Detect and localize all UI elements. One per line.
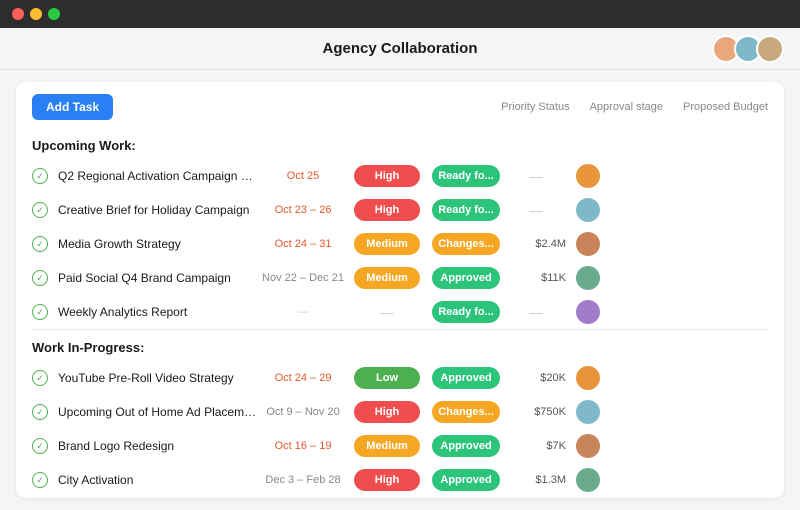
- task-row[interactable]: Weekly Analytics Report——Ready fo...—: [16, 295, 784, 329]
- section-title-0: Upcoming Work:: [16, 128, 784, 159]
- task-name: Media Growth Strategy: [58, 237, 258, 251]
- check-icon: [32, 438, 48, 454]
- task-date: Oct 24 – 31: [258, 238, 348, 250]
- task-avatar: [576, 468, 600, 492]
- task-date: Nov 22 – Dec 21: [258, 272, 348, 284]
- task-name: YouTube Pre-Roll Video Strategy: [58, 371, 258, 385]
- task-avatar: [576, 366, 600, 390]
- budget: —: [506, 203, 566, 218]
- check-icon: [32, 304, 48, 320]
- check-icon: [32, 370, 48, 386]
- status-badge: Approved: [432, 469, 500, 491]
- budget: $750K: [506, 406, 566, 418]
- budget: —: [506, 169, 566, 184]
- priority-badge: High: [354, 401, 420, 423]
- check-icon: [32, 202, 48, 218]
- task-row[interactable]: YouTube Pre-Roll Video StrategyOct 24 – …: [16, 361, 784, 395]
- task-date: —: [258, 306, 348, 318]
- col-budget: Proposed Budget: [683, 101, 768, 113]
- priority-badge: High: [354, 469, 420, 491]
- header-avatar-group: [718, 35, 784, 63]
- task-avatar: [576, 434, 600, 458]
- task-name: Paid Social Q4 Brand Campaign: [58, 271, 258, 285]
- priority-badge: Medium: [354, 267, 420, 289]
- task-date: Oct 24 – 29: [258, 372, 348, 384]
- task-avatar: [576, 300, 600, 324]
- task-name: Q2 Regional Activation Campaign Results: [58, 169, 258, 183]
- task-row[interactable]: City ActivationDec 3 – Feb 28 High Approve…: [16, 463, 784, 497]
- task-date: Oct 9 – Nov 20: [258, 406, 348, 418]
- task-row[interactable]: Revamped Creative for Facebook AdsNov 7 …: [16, 497, 784, 498]
- task-name: City Activation: [58, 473, 258, 487]
- task-date: Dec 3 – Feb 28: [258, 474, 348, 486]
- status-badge: Approved: [432, 267, 500, 289]
- task-row[interactable]: Brand Logo RedesignOct 16 – 19 Medium Appr…: [16, 429, 784, 463]
- priority-badge: Medium: [354, 435, 420, 457]
- priority-badge: High: [354, 199, 420, 221]
- avatar-3: [756, 35, 784, 63]
- main-window: Agency Collaboration Add Task Priority S…: [0, 28, 800, 510]
- status-badge: Ready fo...: [432, 199, 500, 221]
- status-badge: Approved: [432, 435, 500, 457]
- content-panel: Add Task Priority Status Approval stage …: [16, 82, 784, 498]
- task-name: Upcoming Out of Home Ad Placements: [58, 405, 258, 419]
- sections-container: Upcoming Work:Q2 Regional Activation Cam…: [16, 128, 784, 498]
- toolbar: Add Task Priority Status Approval stage …: [16, 82, 784, 128]
- check-icon: [32, 472, 48, 488]
- task-name: Weekly Analytics Report: [58, 305, 258, 319]
- task-name: Creative Brief for Holiday Campaign: [58, 203, 258, 217]
- check-icon: [32, 236, 48, 252]
- budget: —: [506, 305, 566, 320]
- task-avatar: [576, 198, 600, 222]
- task-date: Oct 16 – 19: [258, 440, 348, 452]
- close-dot[interactable]: [12, 8, 24, 20]
- task-name: Brand Logo Redesign: [58, 439, 258, 453]
- app-title: Agency Collaboration: [322, 40, 477, 57]
- check-icon: [32, 404, 48, 420]
- task-avatar: [576, 164, 600, 188]
- status-badge: Changes...: [432, 401, 500, 423]
- task-row[interactable]: Paid Social Q4 Brand CampaignNov 22 – De…: [16, 261, 784, 295]
- add-task-button[interactable]: Add Task: [32, 94, 113, 120]
- budget: $2.4M: [506, 238, 566, 250]
- task-avatar: [576, 266, 600, 290]
- task-row[interactable]: Upcoming Out of Home Ad PlacementsOct 9 …: [16, 395, 784, 429]
- section-title-1: Work In-Progress:: [16, 330, 784, 361]
- status-badge: Changes...: [432, 233, 500, 255]
- budget: $1.3M: [506, 474, 566, 486]
- budget: $11K: [506, 272, 566, 284]
- task-row[interactable]: Q2 Regional Activation Campaign ResultsO…: [16, 159, 784, 193]
- priority-badge: Low: [354, 367, 420, 389]
- task-row[interactable]: Creative Brief for Holiday CampaignOct 2…: [16, 193, 784, 227]
- col-priority: Priority Status: [501, 101, 569, 113]
- status-badge: Approved: [432, 367, 500, 389]
- column-headers: Priority Status Approval stage Proposed …: [501, 101, 768, 113]
- budget: $20K: [506, 372, 566, 384]
- maximize-dot[interactable]: [48, 8, 60, 20]
- task-avatar: [576, 400, 600, 424]
- check-icon: [32, 168, 48, 184]
- task-date: Oct 25: [258, 170, 348, 182]
- check-icon: [32, 270, 48, 286]
- status-badge: Ready fo...: [432, 301, 500, 323]
- priority-badge: Medium: [354, 233, 420, 255]
- app-header: Agency Collaboration: [0, 28, 800, 70]
- status-badge: Ready fo...: [432, 165, 500, 187]
- budget: $7K: [506, 440, 566, 452]
- priority-badge: —: [354, 305, 420, 320]
- task-avatar: [576, 232, 600, 256]
- col-approval: Approval stage: [590, 101, 663, 113]
- task-row[interactable]: Media Growth StrategyOct 24 – 31 Medium Ch…: [16, 227, 784, 261]
- task-date: Oct 23 – 26: [258, 204, 348, 216]
- titlebar: [0, 0, 800, 28]
- minimize-dot[interactable]: [30, 8, 42, 20]
- priority-badge: High: [354, 165, 420, 187]
